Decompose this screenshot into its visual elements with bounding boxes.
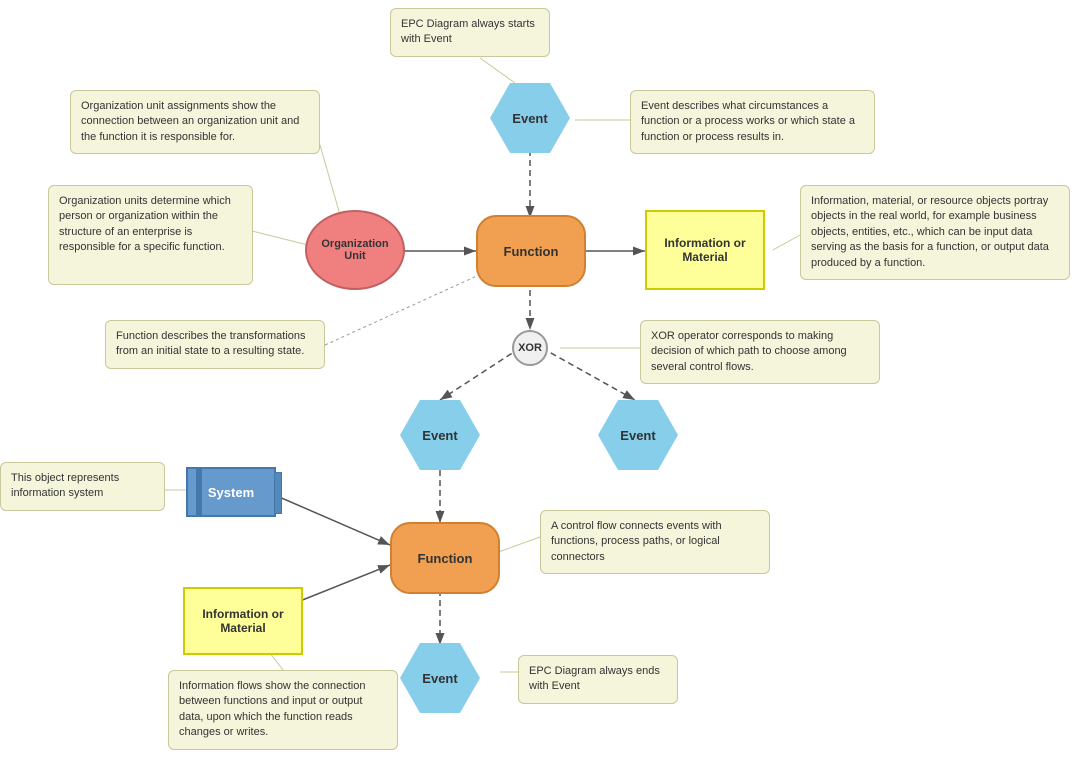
event-2: Event [400, 400, 480, 470]
callout-function-desc: Function describes the transformations f… [105, 320, 325, 369]
function-2: Function [390, 522, 500, 594]
callout-xor-desc: XOR operator corresponds to making decis… [640, 320, 880, 384]
callout-org-assignment: Organization unit assignments show the c… [70, 90, 320, 154]
callout-org-unit-desc: Organization units determine which perso… [48, 185, 253, 285]
diagram-container: EPC Diagram always starts with Event Org… [0, 0, 1087, 761]
info-material-2: Information or Material [183, 587, 303, 655]
event-1: Event [490, 83, 570, 153]
callout-event-desc: Event describes what circumstances a fun… [630, 90, 875, 154]
function-1: Function [476, 215, 586, 287]
event-4: Event [400, 643, 480, 713]
system-box: System [186, 467, 276, 517]
callout-epc-start: EPC Diagram always starts with Event [390, 8, 550, 57]
callout-info-flow-desc: Information flows show the connection be… [168, 670, 398, 750]
event-3: Event [598, 400, 678, 470]
callout-epc-end: EPC Diagram always ends with Event [518, 655, 678, 704]
callout-system-desc: This object represents information syste… [0, 462, 165, 511]
callout-control-flow-desc: A control flow connects events with func… [540, 510, 770, 574]
xor-operator: XOR [512, 330, 548, 366]
info-material-1: Information or Material [645, 210, 765, 290]
org-unit: Organization Unit [305, 210, 405, 290]
callout-info-mat-desc: Information, material, or resource objec… [800, 185, 1070, 280]
